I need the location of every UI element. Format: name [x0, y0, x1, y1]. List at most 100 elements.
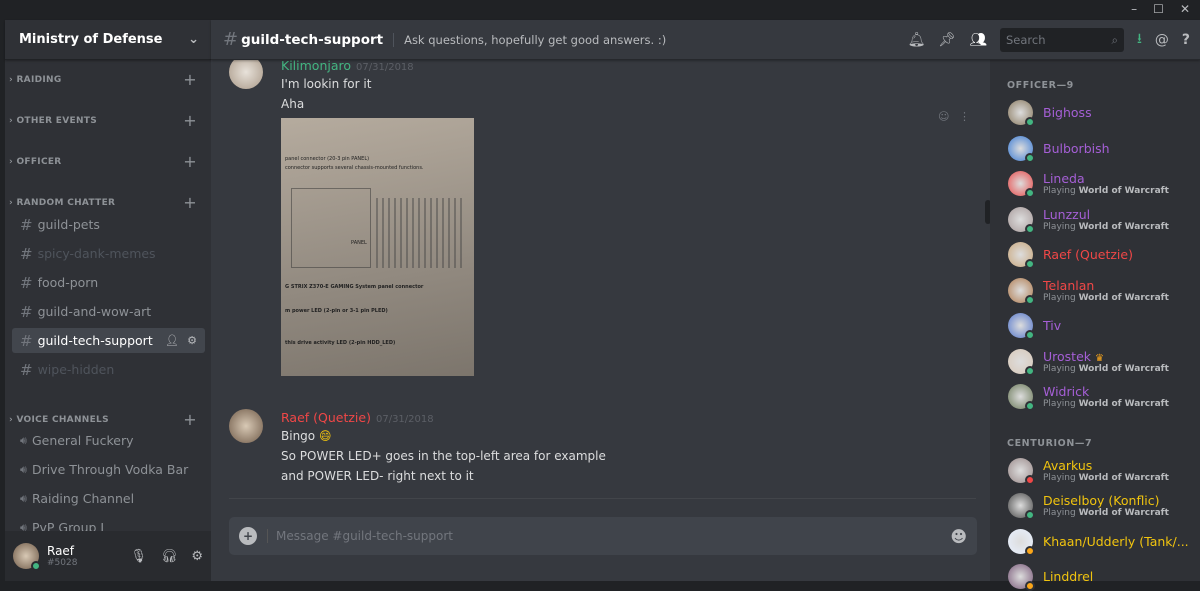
add-channel-icon[interactable]: + [183, 111, 197, 130]
channel-4[interactable]: # guild-tech-support 👤︎ ⚙ [12, 328, 205, 353]
member-item[interactable]: Avarkus Playing World of Warcraft [1008, 457, 1169, 485]
guild-header[interactable]: Ministry of Defense ⌄ [5, 20, 211, 60]
close-button[interactable]: ✕ [1180, 2, 1190, 16]
message-timestamp: 07/31/2018 [356, 62, 414, 73]
member-item[interactable]: Khaan/Udderly (Tank/... [1008, 528, 1189, 556]
minimize-button[interactable]: – [1131, 2, 1137, 16]
pin-icon[interactable]: 📌︎ [938, 32, 956, 48]
add-channel-icon[interactable]: + [183, 152, 197, 171]
category-label: VOICE CHANNELS [16, 414, 109, 425]
channel-label: Drive Through Vodka Bar [31, 462, 189, 477]
activity-prefix: Playing [1043, 292, 1076, 303]
chevron-down-icon[interactable]: ⌄ [188, 32, 199, 47]
category-label: OTHER EVENTS [16, 115, 98, 126]
help-icon[interactable]: ? [1182, 32, 1190, 48]
more-options-icon[interactable]: ⋮ [959, 110, 970, 123]
message-author[interactable]: Raef (Quetzie) [281, 410, 371, 425]
channel-1[interactable]: # spicy-dank-memes [12, 241, 205, 266]
channel-topic: Ask questions, hopefully get good answer… [393, 32, 666, 47]
status-indicator [1025, 188, 1035, 198]
category-2[interactable]: › OFFICER + [5, 152, 211, 171]
voice-channel-1[interactable]: 🔊︎ Drive Through Vodka Bar [12, 457, 205, 482]
search-icon: ⌕ [1111, 32, 1118, 47]
add-channel-icon[interactable]: + [183, 193, 197, 212]
status-indicator [1025, 401, 1035, 411]
bell-icon[interactable]: 🔔︎ [908, 32, 926, 48]
emoji-icon[interactable]: ☻ [950, 527, 967, 546]
member-name: Urostek [1043, 348, 1092, 364]
reaction-add-icon[interactable]: ☺ [938, 110, 949, 123]
member-item[interactable]: Telanlan Playing World of Warcraft [1008, 277, 1169, 305]
voice-channel-2[interactable]: 🔊︎ Raiding Channel [12, 486, 205, 511]
chevron-icon: › [9, 197, 14, 208]
category-3[interactable]: › RANDOM CHATTER + [5, 193, 211, 212]
member-name: Deiselboy (Konflic) [1043, 493, 1160, 508]
maximize-button[interactable]: ☐ [1153, 2, 1164, 16]
add-channel-icon[interactable]: + [183, 70, 197, 89]
member-name: Khaan/Udderly (Tank/... [1043, 533, 1189, 549]
member-item[interactable]: Deiselboy (Konflic) Playing World of Warc… [1008, 493, 1169, 520]
invite-icon[interactable]: 👤︎ [165, 334, 179, 347]
member-activity: Playing World of Warcraft [1043, 186, 1169, 196]
hash-icon: # [20, 273, 33, 292]
member-item[interactable]: Lunzzul Playing World of Warcraft [1008, 206, 1169, 234]
member-name: Bulborbish [1043, 140, 1110, 156]
category-0[interactable]: › RAIDING + [5, 70, 211, 89]
activity-game: World of Warcraft [1078, 363, 1169, 374]
avatar [1008, 384, 1035, 411]
gear-icon[interactable]: ⚙ [191, 549, 203, 564]
activity-prefix: Playing [1043, 363, 1076, 374]
headphones-icon[interactable]: 🎧︎ [161, 549, 178, 564]
activity-game: World of Warcraft [1078, 472, 1169, 483]
member-activity: Playing World of Warcraft [1043, 473, 1169, 483]
channel-0[interactable]: # guild-pets [12, 212, 205, 237]
chevron-icon: › [9, 414, 14, 425]
member-item[interactable]: Raef (Quetzie) [1008, 242, 1133, 269]
channel-header: # guild-tech-support Ask questions, hope… [211, 20, 1200, 60]
activity-game: World of Warcraft [1078, 399, 1169, 409]
activity-prefix: Playing [1043, 186, 1076, 196]
search-input[interactable]: Search ⌕ [999, 28, 1124, 52]
guild-name: Ministry of Defense [19, 32, 163, 47]
channel-label: food-porn [37, 275, 99, 290]
member-item[interactable]: Bighoss [1008, 100, 1092, 127]
channel-label: Raiding Channel [31, 491, 135, 506]
microphone-icon[interactable]: 🎙︎ [130, 549, 147, 564]
member-group-header: OFFICER—9 [1007, 80, 1074, 91]
avatar [1008, 135, 1035, 163]
members-icon[interactable]: 👥︎ [969, 32, 987, 48]
member-item[interactable]: Widrick Playing World of Warcraft [1008, 384, 1169, 411]
mention-icon[interactable]: @ [1155, 32, 1169, 48]
member-activity: Playing World of Warcraft [1043, 364, 1169, 374]
avatar[interactable] [229, 55, 263, 89]
category-1[interactable]: › OTHER EVENTS + [5, 111, 211, 130]
channel-5[interactable]: # wipe-hidden [12, 357, 205, 382]
member-item[interactable]: Tiv [1008, 313, 1061, 340]
member-item[interactable]: Linddrel [1008, 564, 1093, 591]
channel-3[interactable]: # guild-and-wow-art [12, 299, 205, 324]
avatar[interactable] [13, 543, 41, 571]
message-author[interactable]: Kilimonjaro [281, 58, 351, 73]
attachment-text: PANEL [351, 240, 367, 246]
category-4[interactable]: › VOICE CHANNELS + [5, 410, 211, 429]
channel-2[interactable]: # food-porn [12, 270, 205, 295]
avatar[interactable] [229, 409, 263, 443]
gear-icon[interactable]: ⚙ [187, 334, 197, 347]
category-label: RANDOM CHATTER [16, 197, 116, 208]
message-input[interactable]: + Message #guild-tech-support ☻ [229, 517, 977, 555]
image-attachment[interactable]: panel connector (20-3 pin PANEL) connect… [281, 118, 474, 376]
voice-channel-0[interactable]: 🔊︎ General Fuckery [12, 428, 205, 453]
avatar [1008, 313, 1035, 340]
message-placeholder: Message #guild-tech-support [267, 529, 453, 543]
member-item[interactable]: Lineda Playing World of Warcraft [1008, 171, 1169, 198]
member-item[interactable]: Urostek ♛ Playing World of Warcraft [1008, 348, 1169, 376]
member-item[interactable]: Bulborbish [1008, 135, 1110, 163]
status-indicator [1025, 259, 1035, 269]
download-icon[interactable]: ⭳ [1137, 28, 1142, 52]
activity-game: World of Warcraft [1078, 292, 1169, 303]
add-channel-icon[interactable]: + [183, 410, 197, 429]
speaker-icon: 🔊︎ [20, 462, 27, 476]
upload-icon[interactable]: + [239, 527, 257, 545]
message-text: Bingo [281, 429, 316, 443]
member-name: Widrick [1043, 384, 1090, 399]
